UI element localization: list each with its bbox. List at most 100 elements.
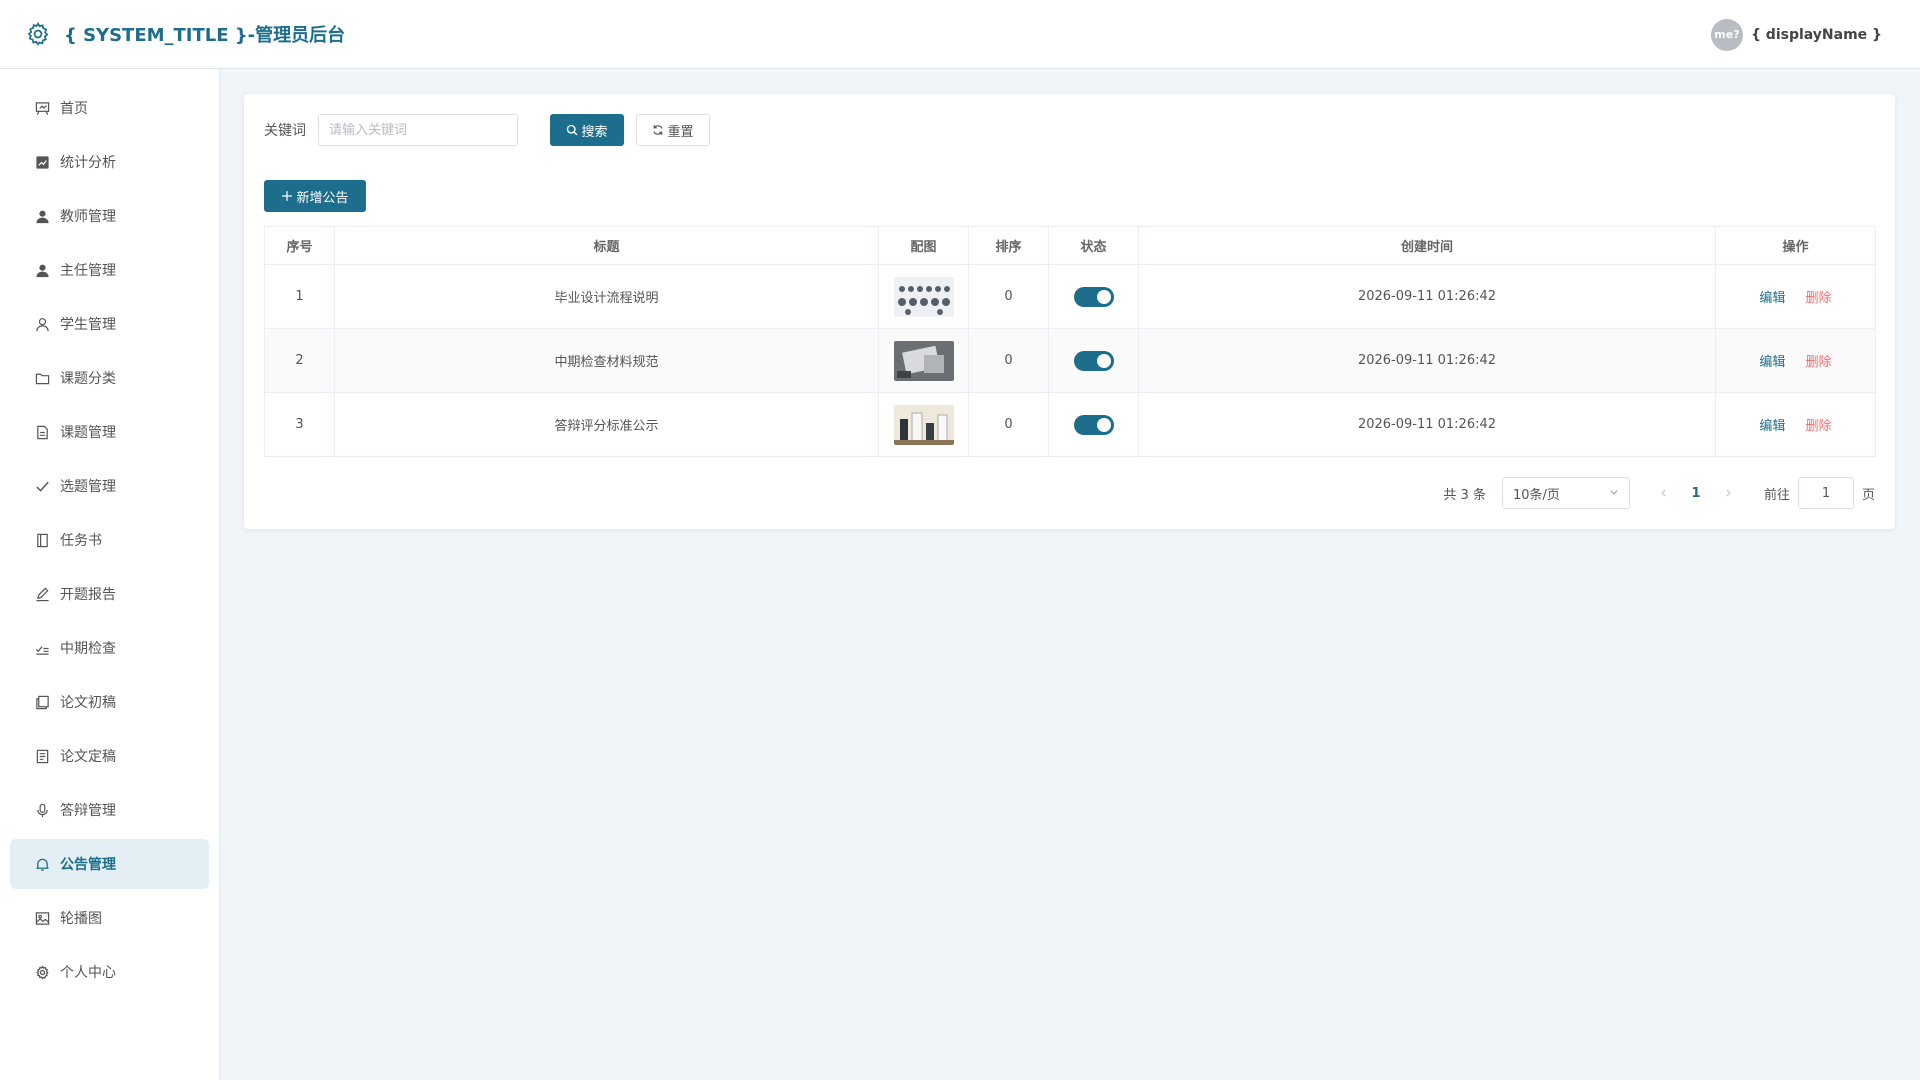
cell-status — [1048, 328, 1139, 393]
edit-link[interactable]: 编辑 — [1759, 419, 1785, 434]
goto-page-input[interactable] — [1797, 477, 1854, 509]
table-row: 2 中期检查材料规范 0 2026-09-11 01:26:42 编辑 删除 — [264, 328, 1876, 393]
next-page-button[interactable] — [1712, 477, 1744, 509]
notebook-icon — [34, 532, 50, 548]
gear-logo-icon — [24, 20, 52, 48]
cell-sort: 0 — [968, 392, 1049, 457]
main-content: 关键词 搜索 重置 新增公告 序号 标题 配图 — [220, 69, 1920, 1080]
keyword-input[interactable] — [318, 114, 518, 146]
add-announcement-button[interactable]: 新增公告 — [264, 180, 366, 212]
cell-actions: 编辑 删除 — [1715, 328, 1876, 393]
page-size-select[interactable]: 10条/页 — [1501, 477, 1630, 509]
page-size-value: 10条/页 — [1512, 487, 1560, 503]
top-header: { SYSTEM_TITLE }-管理员后台 me? { displayName… — [0, 0, 1920, 69]
cell-status — [1048, 264, 1139, 329]
search-icon — [566, 124, 578, 136]
announcement-card: 关键词 搜索 重置 新增公告 序号 标题 配图 — [244, 94, 1895, 529]
sidebar-item-label: 选题管理 — [60, 479, 116, 495]
sidebar-item-midterm[interactable]: 中期检查 — [10, 623, 209, 673]
display-name[interactable]: { displayName } — [1751, 27, 1882, 43]
tickets-icon — [34, 748, 50, 764]
sidebar-item-label: 教师管理 — [60, 209, 116, 225]
page-number-current[interactable]: 1 — [1680, 477, 1712, 509]
cell-image — [878, 328, 969, 393]
sidebar-item-label: 论文初稿 — [60, 695, 116, 711]
cell-index: 3 — [264, 392, 335, 457]
edit-link[interactable]: 编辑 — [1759, 291, 1785, 306]
column-header-title: 标题 — [334, 226, 879, 265]
refresh-icon — [652, 124, 664, 136]
user-filled-icon — [34, 208, 50, 224]
reset-button[interactable]: 重置 — [636, 114, 710, 146]
thumbnail-image[interactable] — [893, 404, 954, 445]
sidebar-item-directors[interactable]: 主任管理 — [10, 245, 209, 295]
status-toggle[interactable] — [1073, 350, 1114, 371]
chevron-left-icon — [1661, 489, 1666, 497]
cell-title: 毕业设计流程说明 — [334, 264, 879, 329]
sidebar-item-label: 个人中心 — [60, 965, 116, 981]
chart-icon — [34, 154, 50, 170]
delete-link[interactable]: 删除 — [1806, 355, 1832, 370]
search-bar: 关键词 搜索 重置 — [264, 114, 1875, 146]
document-icon — [34, 424, 50, 440]
toggle-knob — [1096, 417, 1111, 432]
avatar[interactable]: me? — [1710, 18, 1743, 51]
sidebar-item-draft[interactable]: 论文初稿 — [10, 677, 209, 727]
sidebar-item-profile[interactable]: 个人中心 — [10, 947, 209, 997]
check-icon — [34, 478, 50, 494]
user-menu[interactable]: me? { displayName } — [1710, 0, 1882, 69]
cell-actions: 编辑 删除 — [1715, 264, 1876, 329]
search-button[interactable]: 搜索 — [550, 114, 624, 146]
sidebar-item-label: 公告管理 — [60, 857, 116, 873]
pagination-total: 共 3 条 — [1443, 487, 1486, 503]
sidebar-item-proposal[interactable]: 开题报告 — [10, 569, 209, 619]
edit-link[interactable]: 编辑 — [1759, 355, 1785, 370]
column-header-image: 配图 — [878, 226, 969, 265]
folder-icon — [34, 370, 50, 386]
picture-icon — [34, 910, 50, 926]
thumbnail-image[interactable] — [893, 276, 954, 317]
sidebar-item-defense[interactable]: 答辩管理 — [10, 785, 209, 835]
column-header-index: 序号 — [264, 226, 335, 265]
sidebar-item-topics[interactable]: 课题管理 — [10, 407, 209, 457]
sidebar-item-carousel[interactable]: 轮播图 — [10, 893, 209, 943]
status-toggle[interactable] — [1073, 414, 1114, 435]
sidebar-item-label: 中期检查 — [60, 641, 116, 657]
status-toggle[interactable] — [1073, 286, 1114, 307]
delete-link[interactable]: 删除 — [1806, 419, 1832, 434]
bell-icon — [34, 856, 50, 872]
search-button-label: 搜索 — [581, 124, 608, 140]
sidebar-item-label: 统计分析 — [60, 155, 116, 171]
system-title: { SYSTEM_TITLE }-管理员后台 — [64, 25, 346, 46]
sidebar-item-task-book[interactable]: 任务书 — [10, 515, 209, 565]
chevron-down-icon — [1609, 486, 1619, 501]
thumbnail-image[interactable] — [893, 340, 954, 381]
toggle-knob — [1096, 353, 1111, 368]
announcement-table: 序号 标题 配图 排序 状态 创建时间 操作 1 毕业设计流程说明 0 2026… — [264, 226, 1876, 457]
sidebar-item-selection[interactable]: 选题管理 — [10, 461, 209, 511]
table-row: 1 毕业设计流程说明 0 2026-09-11 01:26:42 编辑 删除 — [264, 264, 1876, 329]
cell-image — [878, 264, 969, 329]
microphone-icon — [34, 802, 50, 818]
delete-link[interactable]: 删除 — [1806, 291, 1832, 306]
sidebar-item-statistics[interactable]: 统计分析 — [10, 137, 209, 187]
sidebar-item-topic-categories[interactable]: 课题分类 — [10, 353, 209, 403]
sidebar-item-students[interactable]: 学生管理 — [10, 299, 209, 349]
page-suffix-label: 页 — [1861, 487, 1875, 503]
sidebar-item-announcements[interactable]: 公告管理 — [10, 839, 209, 889]
sidebar-item-teachers[interactable]: 教师管理 — [10, 191, 209, 241]
sidebar-item-final[interactable]: 论文定稿 — [10, 731, 209, 781]
keyword-label: 关键词 — [264, 123, 306, 139]
cell-created: 2026-09-11 01:26:42 — [1138, 328, 1716, 393]
sidebar: 首页 统计分析 教师管理 主任管理 学生管理 课题分类 课题管理 选题管理 任务… — [0, 69, 220, 1080]
toggle-knob — [1096, 289, 1111, 304]
sidebar-item-label: 答辩管理 — [60, 803, 116, 819]
user-outline-icon — [34, 316, 50, 332]
reset-button-label: 重置 — [667, 124, 694, 140]
cell-created: 2026-09-11 01:26:42 — [1138, 392, 1716, 457]
prev-page-button[interactable] — [1648, 477, 1680, 509]
sidebar-item-home[interactable]: 首页 — [10, 83, 209, 133]
column-header-created: 创建时间 — [1138, 226, 1716, 265]
goto-label: 前往 — [1763, 487, 1790, 503]
plus-icon — [281, 190, 293, 202]
